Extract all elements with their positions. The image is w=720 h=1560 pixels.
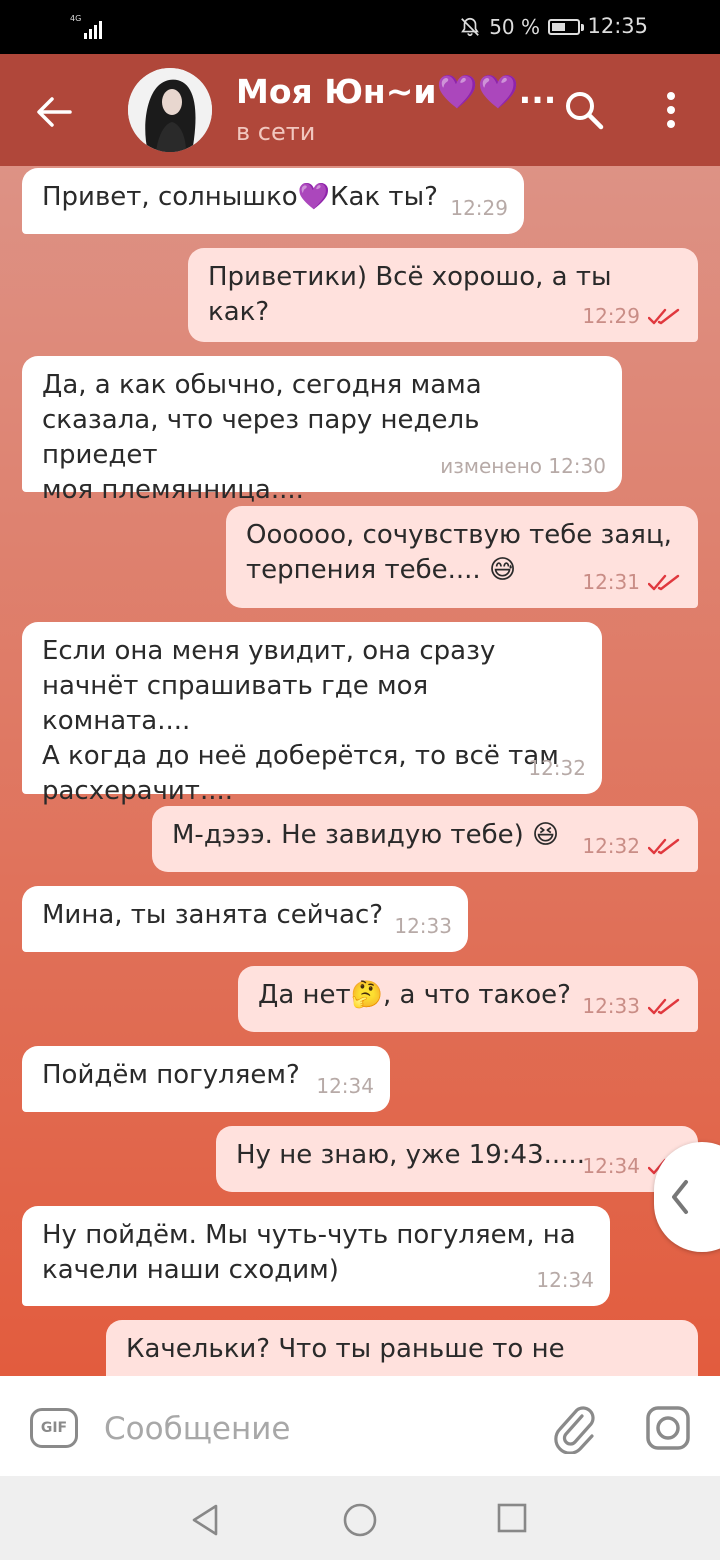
- status-bar: 4G 50 % 12:35: [0, 0, 720, 54]
- message-time: изменено 12:30: [440, 454, 606, 478]
- message-outgoing[interactable]: Ну не знаю, уже 19:43..... 12:34: [216, 1126, 698, 1192]
- message-text: Да нет🤔, а что такое?: [258, 980, 571, 1010]
- message-text: Да, а как обычно, сегодня мама сказала, …: [42, 370, 482, 505]
- nav-back-icon[interactable]: [188, 1502, 224, 1538]
- message-incoming[interactable]: Пойдём погуляем? 12:34: [22, 1046, 390, 1112]
- battery-percent: 50 %: [489, 15, 540, 39]
- message-incoming[interactable]: Если она меня увидит, она сразу начнёт с…: [22, 622, 602, 806]
- battery-icon: [548, 19, 584, 35]
- message-time: 12:34: [536, 1268, 594, 1292]
- avatar[interactable]: [128, 68, 212, 152]
- message-time: 12:31: [582, 570, 640, 594]
- message-text: Приветики) Всё хорошо, а ты как?: [208, 262, 612, 327]
- contact-name[interactable]: Моя Юн~и💜💜...: [236, 72, 556, 112]
- message-time: 12:33: [582, 994, 640, 1018]
- scroll-to-panel-button[interactable]: [654, 1142, 720, 1252]
- chevron-left-icon: [672, 1180, 688, 1214]
- message-text: Пойдём погуляем?: [42, 1060, 300, 1090]
- network-type: 4G: [70, 14, 82, 23]
- message-time: 12:29: [450, 196, 508, 220]
- paperclip-icon[interactable]: [552, 1404, 598, 1454]
- message-text: Если она меня увидит, она сразу начнёт с…: [42, 636, 559, 806]
- message-time: 12:34: [582, 1154, 640, 1178]
- message-time: 12:32: [582, 834, 640, 858]
- message-text: Качельки? Что ты раньше то не: [126, 1334, 565, 1364]
- message-text: Привет, солнышко💜Как ты?: [42, 182, 438, 212]
- signal-icon: 4G: [70, 15, 106, 39]
- message-time: 12:32: [528, 756, 586, 780]
- nav-recents-icon[interactable]: [496, 1502, 528, 1534]
- message-outgoing[interactable]: М-дэээ. Не завидую тебе) 😆 12:32: [152, 806, 698, 872]
- message-input[interactable]: [104, 1406, 524, 1452]
- system-nav-bar: [0, 1476, 720, 1560]
- message-outgoing[interactable]: Да нет🤔, а что такое? 12:33: [238, 966, 698, 1032]
- arrow-left-icon[interactable]: [32, 90, 76, 134]
- message-incoming[interactable]: Привет, солнышко💜Как ты? 12:29: [22, 168, 524, 234]
- camera-icon[interactable]: [644, 1404, 692, 1452]
- message-time: 12:34: [316, 1074, 374, 1098]
- message-composer: GIF: [0, 1376, 720, 1476]
- message-list[interactable]: Привет, солнышко💜Как ты? 12:29 Приветики…: [0, 166, 720, 1376]
- message-time: 12:29: [582, 304, 640, 328]
- message-incoming[interactable]: Ну пойдём. Мы чуть-чуть погуляем, на кач…: [22, 1206, 610, 1306]
- message-outgoing[interactable]: Оооооо, сочувствую тебе заяц, терпения т…: [226, 506, 698, 608]
- message-outgoing[interactable]: Приветики) Всё хорошо, а ты как? 12:29: [188, 248, 698, 342]
- gif-button[interactable]: GIF: [30, 1408, 78, 1448]
- message-text: Мина, ты занята сейчас?: [42, 900, 384, 930]
- read-checks-icon: [648, 308, 680, 324]
- status-time: 12:35: [587, 14, 648, 38]
- chat-header: Моя Юн~и💜💜... в сети: [0, 54, 720, 166]
- status-right: 50 %: [459, 14, 584, 40]
- read-checks-icon: [648, 574, 680, 590]
- search-icon[interactable]: [560, 86, 608, 134]
- contact-status: в сети: [236, 118, 316, 146]
- message-outgoing[interactable]: Качельки? Что ты раньше то не: [106, 1320, 698, 1376]
- message-time: 12:33: [394, 914, 452, 938]
- message-incoming[interactable]: Да, а как обычно, сегодня мама сказала, …: [22, 356, 622, 505]
- message-text: Ну не знаю, уже 19:43.....: [236, 1140, 585, 1170]
- more-vertical-icon[interactable]: [656, 86, 686, 134]
- message-text: Ну пойдём. Мы чуть-чуть погуляем, на кач…: [42, 1220, 576, 1285]
- bell-muted-icon: [461, 17, 480, 37]
- message-text: М-дэээ. Не завидую тебе) 😆: [172, 820, 560, 850]
- nav-home-icon[interactable]: [342, 1502, 378, 1538]
- read-checks-icon: [648, 838, 680, 854]
- message-incoming[interactable]: Мина, ты занята сейчас? 12:33: [22, 886, 468, 952]
- read-checks-icon: [648, 998, 680, 1014]
